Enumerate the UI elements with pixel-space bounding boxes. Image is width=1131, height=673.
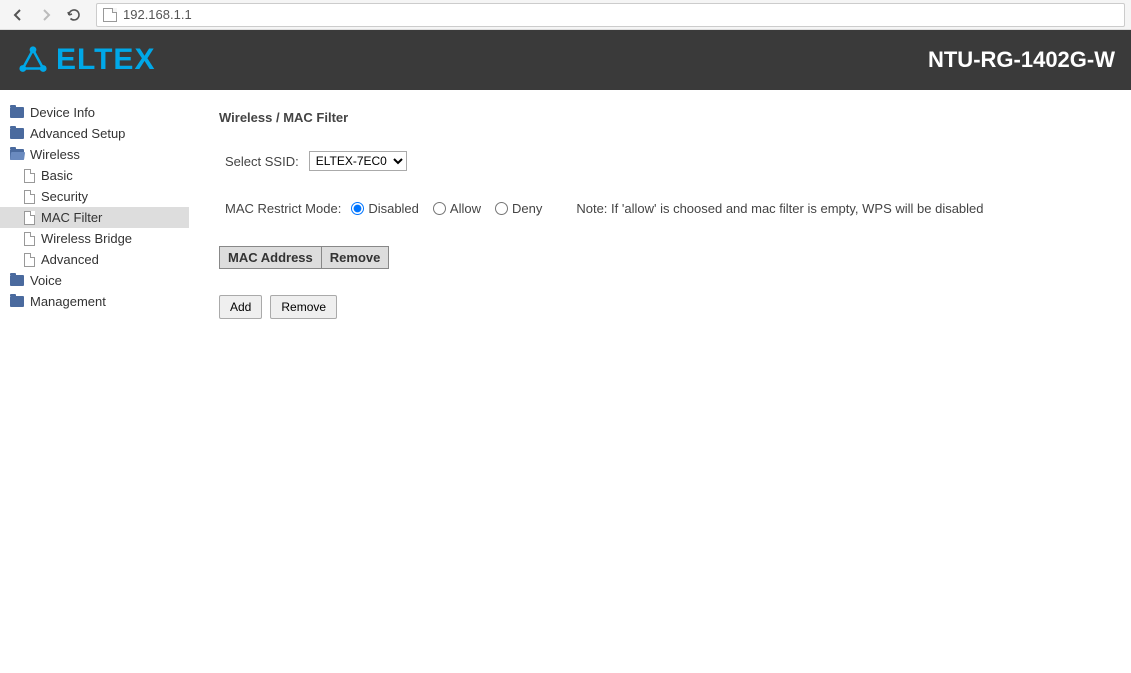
sidebar-item-label: Advanced (41, 252, 99, 267)
radio-deny[interactable] (495, 202, 508, 215)
url-bar[interactable]: 192.168.1.1 (96, 3, 1125, 27)
sidebar-item-wireless[interactable]: Wireless (0, 144, 189, 165)
sidebar-item-voice[interactable]: Voice (0, 270, 189, 291)
sidebar-item-basic[interactable]: Basic (0, 165, 189, 186)
radio-allow-label[interactable]: Allow (433, 201, 481, 216)
reload-button[interactable] (62, 3, 86, 27)
sidebar-item-mac-filter[interactable]: MAC Filter (0, 207, 189, 228)
file-icon (24, 253, 35, 267)
page-icon (103, 8, 117, 22)
action-buttons: Add Remove (219, 295, 1101, 319)
file-icon (24, 190, 35, 204)
url-text: 192.168.1.1 (123, 7, 192, 22)
sidebar-item-label: Wireless Bridge (41, 231, 132, 246)
col-remove: Remove (321, 247, 389, 269)
restrict-note: Note: If 'allow' is choosed and mac filt… (576, 201, 983, 216)
radio-text: Disabled (368, 201, 419, 216)
sidebar-item-advanced[interactable]: Advanced (0, 249, 189, 270)
folder-icon (10, 275, 24, 286)
sidebar-item-label: Security (41, 189, 88, 204)
file-icon (24, 169, 35, 183)
restrict-label: MAC Restrict Mode: (225, 201, 341, 216)
logo: ΕLTEX (16, 43, 155, 77)
browser-toolbar: 192.168.1.1 (0, 0, 1131, 30)
logo-icon (16, 43, 50, 77)
file-icon (24, 232, 35, 246)
sidebar-item-security[interactable]: Security (0, 186, 189, 207)
model-label: NTU-RG-1402G-W (928, 47, 1115, 73)
ssid-label: Select SSID: (225, 154, 299, 169)
sidebar-item-device-info[interactable]: Device Info (0, 102, 189, 123)
sidebar-item-label: MAC Filter (41, 210, 102, 225)
restrict-mode-group: Disabled Allow Deny (351, 201, 548, 216)
sidebar-item-label: Device Info (30, 105, 95, 120)
folder-icon (10, 296, 24, 307)
sidebar-item-advanced-setup[interactable]: Advanced Setup (0, 123, 189, 144)
sidebar-item-label: Voice (30, 273, 62, 288)
logo-text: ΕLTEX (56, 43, 155, 77)
breadcrumb: Wireless / MAC Filter (219, 110, 1101, 125)
radio-disabled-label[interactable]: Disabled (351, 201, 419, 216)
main-content: Wireless / MAC Filter Select SSID: ELTEX… (189, 90, 1131, 673)
add-button[interactable]: Add (219, 295, 262, 319)
folder-icon (10, 107, 24, 118)
sidebar-item-wireless-bridge[interactable]: Wireless Bridge (0, 228, 189, 249)
sidebar-item-management[interactable]: Management (0, 291, 189, 312)
file-icon (24, 211, 35, 225)
ssid-select[interactable]: ELTEX-7EC0 (309, 151, 407, 171)
back-button[interactable] (6, 3, 30, 27)
mac-table: MAC Address Remove (219, 246, 389, 269)
radio-allow[interactable] (433, 202, 446, 215)
forward-button[interactable] (34, 3, 58, 27)
sidebar-item-label: Management (30, 294, 106, 309)
radio-disabled[interactable] (351, 202, 364, 215)
sidebar-item-label: Basic (41, 168, 73, 183)
sidebar-item-label: Advanced Setup (30, 126, 125, 141)
sidebar-item-label: Wireless (30, 147, 80, 162)
radio-text: Deny (512, 201, 542, 216)
folder-open-icon (10, 149, 24, 160)
folder-icon (10, 128, 24, 139)
sidebar: Device Info Advanced Setup Wireless Basi… (0, 90, 189, 673)
app-header: ΕLTEX NTU-RG-1402G-W (0, 30, 1131, 90)
col-mac-address: MAC Address (220, 247, 322, 269)
restrict-row: MAC Restrict Mode: Disabled Allow Deny N… (219, 201, 1101, 216)
ssid-row: Select SSID: ELTEX-7EC0 (219, 151, 1101, 171)
radio-text: Allow (450, 201, 481, 216)
radio-deny-label[interactable]: Deny (495, 201, 542, 216)
remove-button[interactable]: Remove (270, 295, 337, 319)
